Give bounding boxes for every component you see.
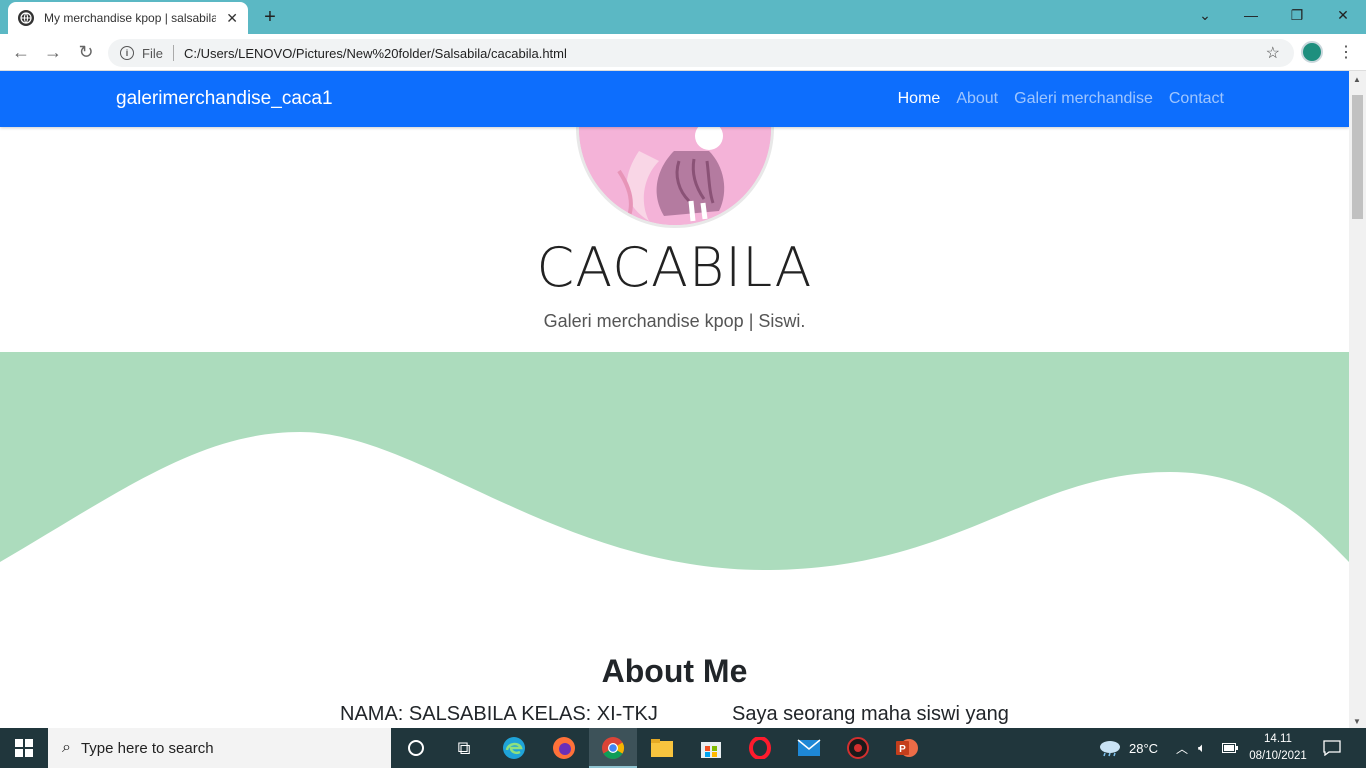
minimize-icon[interactable]: — bbox=[1228, 0, 1274, 30]
nav-link-galeri[interactable]: Galeri merchandise bbox=[1014, 90, 1153, 108]
edge-icon[interactable] bbox=[500, 734, 528, 762]
cloud-rain-icon bbox=[1100, 741, 1120, 757]
new-tab-button[interactable]: + bbox=[258, 5, 282, 29]
weather-temp: 28°C bbox=[1129, 740, 1159, 756]
nav-link-about[interactable]: About bbox=[956, 90, 998, 108]
file-label: File bbox=[142, 45, 163, 61]
browser-toolbar: ← → ↻ i File C:/Users/LENOVO/Pictures/Ne… bbox=[0, 34, 1366, 71]
globe-icon bbox=[18, 10, 34, 26]
system-clock[interactable]: 14.11 08/10/2021 bbox=[1246, 731, 1310, 765]
restore-icon[interactable]: ❐ bbox=[1274, 0, 1320, 30]
back-icon[interactable]: ← bbox=[9, 40, 33, 64]
page-scrollbar[interactable]: ▲ ▼ bbox=[1349, 71, 1366, 728]
divider bbox=[172, 45, 174, 61]
task-view-icon[interactable]: ⧉ bbox=[450, 734, 478, 762]
bookmark-star-icon[interactable]: ☆ bbox=[1266, 43, 1280, 63]
scroll-up-icon[interactable]: ▲ bbox=[1353, 75, 1361, 84]
url-text[interactable]: C:/Users/LENOVO/Pictures/New%20folder/Sa… bbox=[184, 46, 567, 61]
scroll-thumb[interactable] bbox=[1352, 95, 1363, 219]
menu-kebab-icon[interactable]: ⋮ bbox=[1338, 42, 1354, 62]
tray-chevron-icon[interactable]: ︿ bbox=[1176, 728, 1188, 768]
about-left-text: NAMA: SALSABILA KELAS: XI-TKJ bbox=[340, 703, 658, 725]
close-window-icon[interactable]: ✕ bbox=[1320, 0, 1366, 30]
weather-widget[interactable]: 28°C bbox=[1098, 728, 1158, 768]
web-page: galerimerchandise_caca1 Home About Galer… bbox=[0, 71, 1349, 728]
hero-subtitle: Galeri merchandise kpop | Siswi. bbox=[543, 311, 806, 331]
navbar-brand[interactable]: galerimerchandise_caca1 bbox=[116, 88, 333, 110]
battery-icon[interactable] bbox=[1222, 728, 1238, 768]
wave-divider bbox=[0, 352, 1349, 572]
scroll-down-icon[interactable]: ▼ bbox=[1353, 717, 1361, 726]
top-navbar: galerimerchandise_caca1 Home About Galer… bbox=[0, 71, 1349, 127]
clock-date: 08/10/2021 bbox=[1249, 750, 1307, 762]
volume-icon[interactable]: 🔈︎ bbox=[1198, 728, 1206, 768]
browser-tab[interactable]: My merchandise kpop | salsabila! ✕ bbox=[8, 2, 248, 34]
windows-start-icon[interactable] bbox=[0, 728, 48, 768]
chrome-icon[interactable] bbox=[599, 734, 627, 762]
profile-avatar[interactable] bbox=[1301, 41, 1323, 63]
tab-search-icon[interactable]: ⌄ bbox=[1182, 0, 1228, 30]
powerpoint-icon[interactable]: P bbox=[893, 734, 921, 762]
game-app-icon[interactable] bbox=[844, 734, 872, 762]
notification-icon[interactable] bbox=[1323, 728, 1341, 768]
tab-strip: My merchandise kpop | salsabila! ✕ + ⌄ —… bbox=[0, 0, 1366, 34]
cortana-icon[interactable] bbox=[402, 734, 430, 762]
store-icon[interactable] bbox=[697, 734, 725, 762]
windows-taskbar: ⌕ Type here to search ⧉ P 28°C ︿ 🔈︎ 14.1 bbox=[0, 728, 1366, 768]
mail-icon[interactable] bbox=[795, 734, 823, 762]
info-icon[interactable]: i bbox=[120, 46, 134, 60]
reload-icon[interactable]: ↻ bbox=[74, 40, 98, 64]
svg-text:P: P bbox=[899, 744, 906, 755]
about-right-text: Saya seorang maha siswi yang bbox=[732, 703, 1009, 725]
nav-link-home[interactable]: Home bbox=[898, 90, 941, 108]
nav-link-contact[interactable]: Contact bbox=[1169, 90, 1224, 108]
close-icon[interactable]: ✕ bbox=[226, 10, 238, 27]
opera-icon[interactable] bbox=[746, 734, 774, 762]
file-explorer-icon[interactable] bbox=[648, 734, 676, 762]
search-placeholder: Type here to search bbox=[80, 739, 214, 757]
hero-title: CACABILA bbox=[536, 236, 813, 299]
address-bar[interactable]: i File C:/Users/LENOVO/Pictures/New%20fo… bbox=[108, 39, 1294, 67]
clock-time: 14.11 bbox=[1264, 733, 1292, 745]
tab-title: My merchandise kpop | salsabila! bbox=[44, 11, 217, 25]
forward-icon[interactable]: → bbox=[41, 40, 65, 64]
search-icon: ⌕ bbox=[62, 739, 71, 756]
about-title: About Me bbox=[601, 653, 748, 689]
taskbar-search[interactable]: ⌕ Type here to search bbox=[48, 728, 391, 768]
nav-links: Home About Galeri merchandise Contact bbox=[898, 90, 1224, 108]
firefox-icon[interactable] bbox=[550, 734, 578, 762]
